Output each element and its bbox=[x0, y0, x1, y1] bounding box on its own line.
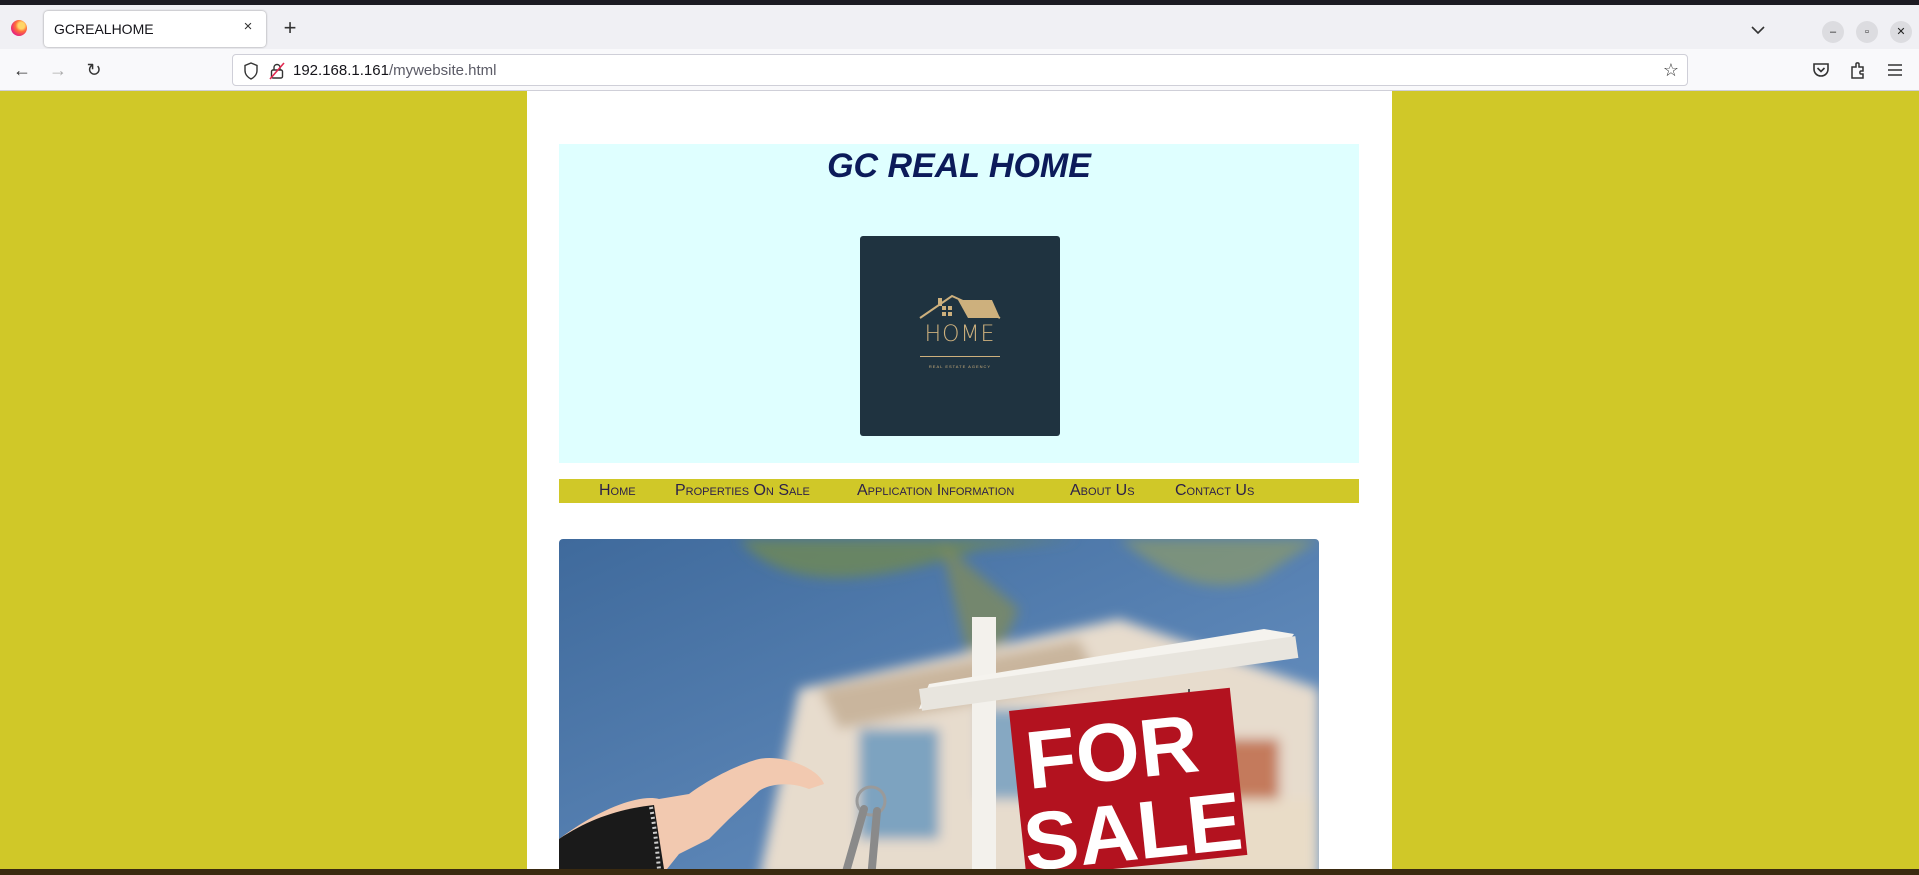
window-bottom-edge bbox=[0, 869, 1919, 875]
menu-item-contact-us[interactable]: Contact Us bbox=[1175, 479, 1254, 503]
firefox-logo-icon bbox=[11, 20, 27, 36]
for-sale-photo: FOR SALE bbox=[559, 539, 1319, 869]
restore-icon[interactable]: ▫ bbox=[1856, 21, 1878, 43]
menu-item-properties-on-sale[interactable]: Properties On Sale bbox=[675, 479, 810, 503]
browser-tab[interactable]: GCREALHOME × bbox=[44, 11, 266, 47]
logo-divider bbox=[920, 356, 1000, 357]
chevron-down-icon[interactable] bbox=[1748, 20, 1768, 40]
house-logo-icon bbox=[919, 294, 1001, 319]
pocket-icon[interactable] bbox=[1810, 59, 1832, 81]
new-tab-button[interactable]: + bbox=[278, 17, 302, 41]
menu-item-home[interactable]: Home bbox=[599, 479, 636, 503]
page-viewport: GC REAL HOME HOME REAL ESTATE AGENCY Hom… bbox=[0, 91, 1919, 869]
url-text[interactable]: 192.168.1.161/mywebsite.html bbox=[293, 62, 496, 79]
close-tab-icon[interactable]: × bbox=[238, 17, 258, 37]
site-title: GC REAL HOME bbox=[827, 147, 1091, 185]
tab-strip: GCREALHOME × + – ▫ ✕ bbox=[0, 5, 1919, 49]
main-menu: Home Properties On Sale Application Info… bbox=[559, 479, 1359, 503]
shield-icon[interactable] bbox=[243, 62, 259, 80]
hero-image: FOR SALE bbox=[559, 539, 1319, 869]
insecure-lock-icon[interactable] bbox=[269, 62, 285, 80]
site-logo: HOME REAL ESTATE AGENCY bbox=[860, 236, 1060, 436]
page-container: GC REAL HOME HOME REAL ESTATE AGENCY Hom… bbox=[527, 91, 1392, 869]
logo-wordmark: HOME bbox=[924, 322, 996, 347]
back-icon[interactable]: ← bbox=[9, 58, 35, 82]
minimize-icon[interactable]: – bbox=[1822, 21, 1844, 43]
reload-icon[interactable]: ↻ bbox=[81, 58, 107, 82]
logo-tagline: REAL ESTATE AGENCY bbox=[928, 364, 992, 369]
url-path: /mywebsite.html bbox=[388, 62, 497, 79]
menu-item-application-information[interactable]: Application Information bbox=[857, 479, 1014, 503]
address-bar[interactable]: 192.168.1.161/mywebsite.html ☆ bbox=[232, 54, 1688, 86]
app-menu-icon[interactable] bbox=[1884, 59, 1906, 81]
tab-title: GCREALHOME bbox=[54, 21, 154, 37]
extensions-icon[interactable] bbox=[1847, 59, 1869, 81]
bookmark-star-icon[interactable]: ☆ bbox=[1663, 60, 1679, 81]
close-window-icon[interactable]: ✕ bbox=[1890, 21, 1912, 43]
navigation-toolbar: ← → ↻ 192.168.1.161/mywebsite.html ☆ bbox=[0, 49, 1919, 91]
site-header: GC REAL HOME HOME REAL ESTATE AGENCY bbox=[559, 144, 1359, 463]
menu-item-about-us[interactable]: About Us bbox=[1070, 479, 1135, 503]
forward-icon[interactable]: → bbox=[45, 58, 71, 82]
url-host: 192.168.1.161 bbox=[293, 62, 389, 79]
